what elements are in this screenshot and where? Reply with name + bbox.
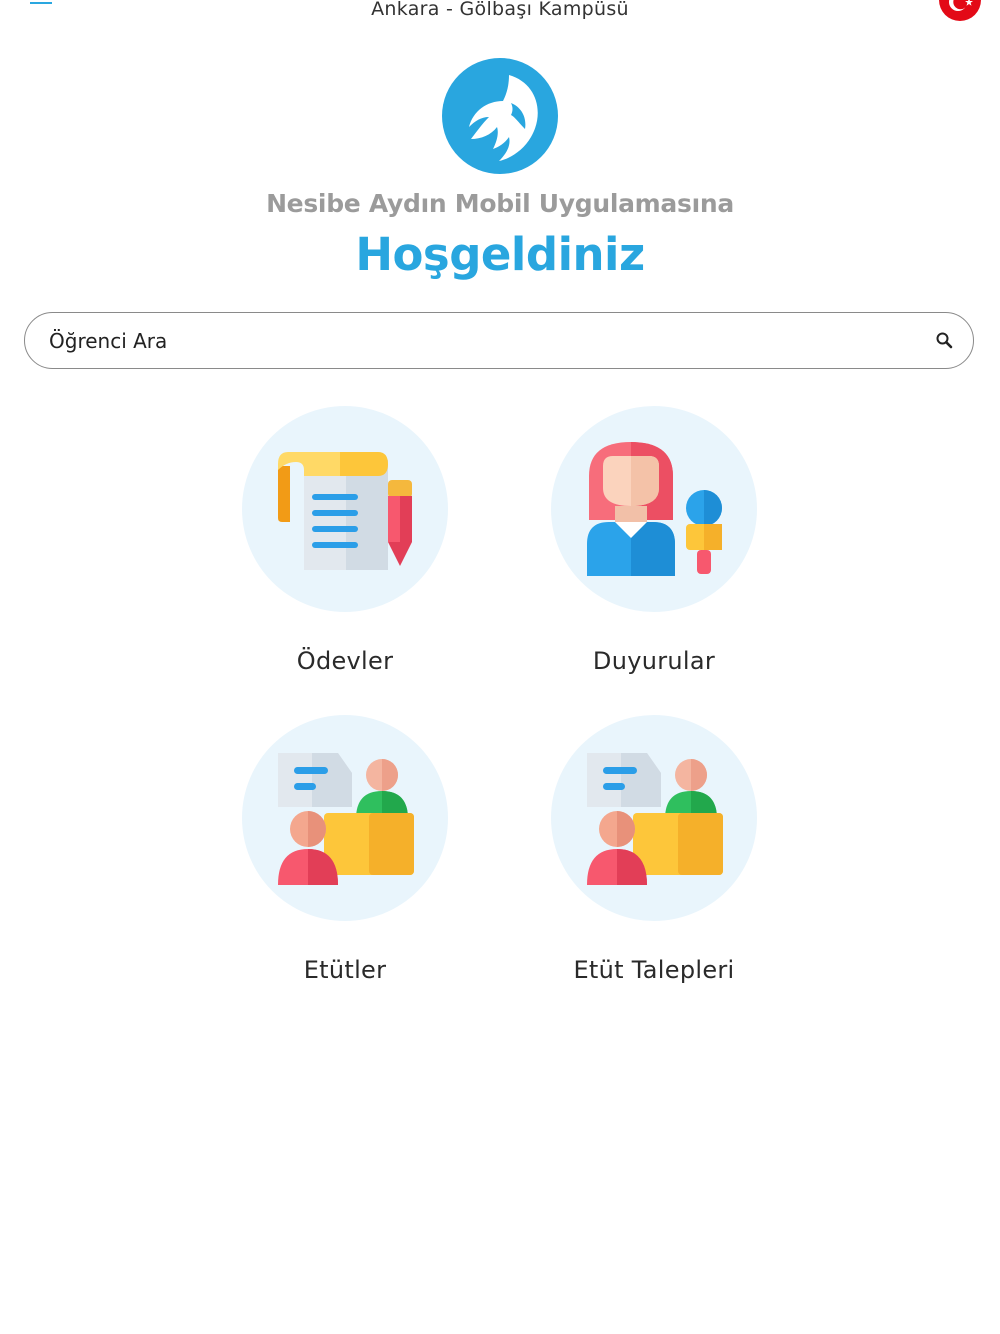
tile-study-requests[interactable]: Etüt Talepleri [524, 715, 784, 1005]
turkey-flag-icon[interactable] [938, 0, 982, 22]
study-session-icon [242, 715, 448, 921]
tile-announcements[interactable]: Duyurular [524, 406, 784, 696]
tile-study-requests-label: Etüt Talepleri [573, 956, 735, 984]
top-bar: Ankara - Gölbaşı Kampüsü [0, 0, 1000, 30]
tile-homework-label: Ödevler [296, 647, 394, 675]
student-search-input[interactable] [47, 313, 911, 369]
welcome-subtitle: Nesibe Aydın Mobil Uygulamasına [266, 189, 734, 218]
study-request-icon [551, 715, 757, 921]
welcome-title: Hoşgeldiniz [355, 228, 645, 281]
tile-study-sessions-label: Etütler [303, 956, 387, 984]
tile-study-sessions[interactable]: Etütler [215, 715, 475, 1005]
tile-announcements-label: Duyurular [592, 647, 716, 675]
student-search-bar [24, 312, 974, 369]
homework-icon [242, 406, 448, 612]
search-icon[interactable] [935, 331, 955, 351]
tile-homework[interactable]: Ödevler [215, 406, 475, 696]
app-logo [441, 57, 559, 175]
campus-title: Ankara - Gölbaşı Kampüsü [371, 0, 629, 20]
announcement-icon [551, 406, 757, 612]
